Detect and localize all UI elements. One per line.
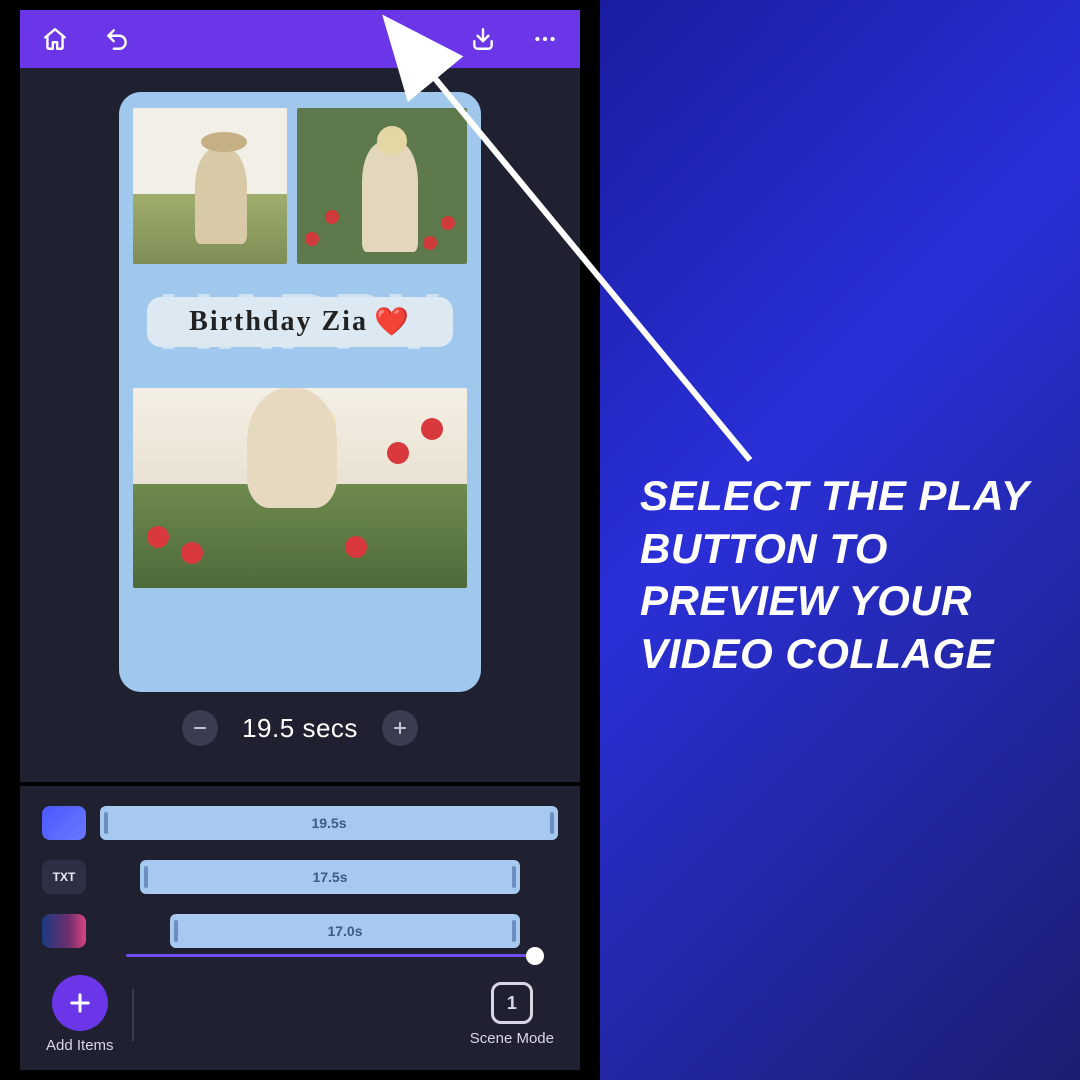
collage-canvas[interactable]: HAPPY Birthday Zia ❤️ xyxy=(119,92,481,692)
duration-readout: 19.5 secs xyxy=(242,713,358,744)
clip[interactable]: 17.0s xyxy=(170,914,520,948)
add-items-group: Add Items xyxy=(46,975,114,1054)
add-items-button[interactable] xyxy=(52,975,108,1031)
scene-mode-group: 1 Scene Mode xyxy=(470,982,554,1047)
heart-icon: ❤️ xyxy=(374,308,411,336)
track-head-gradient-icon[interactable] xyxy=(42,914,86,948)
track-head-media-icon[interactable] xyxy=(42,806,86,840)
banner[interactable]: Birthday Zia ❤️ xyxy=(147,297,453,347)
clip[interactable]: 19.5s xyxy=(100,806,558,840)
track-head-label: TXT xyxy=(53,870,76,884)
scene-mode-button[interactable]: 1 xyxy=(491,982,533,1024)
more-icon[interactable] xyxy=(528,22,562,56)
app-screen: HAPPY Birthday Zia ❤️ xyxy=(20,10,580,1070)
add-items-label: Add Items xyxy=(46,1037,114,1054)
track-row: 17.0s xyxy=(42,914,558,948)
scene-count: 1 xyxy=(507,993,517,1014)
clip-label: 19.5s xyxy=(311,815,346,831)
headline-text[interactable]: HAPPY Birthday Zia ❤️ xyxy=(133,282,467,362)
increase-duration-button[interactable] xyxy=(382,710,418,746)
photo-top-left[interactable] xyxy=(133,108,287,264)
photo-bottom[interactable] xyxy=(133,388,467,588)
left-panel: HAPPY Birthday Zia ❤️ xyxy=(0,0,600,1080)
photo-top-right[interactable] xyxy=(297,108,467,264)
track-head-text-icon[interactable]: TXT xyxy=(42,860,86,894)
duration-value: 19.5 xyxy=(242,713,295,743)
clip-label: 17.5s xyxy=(312,869,347,885)
clip[interactable]: 17.5s xyxy=(140,860,520,894)
duration-controls: 19.5 secs xyxy=(182,710,418,746)
undo-icon[interactable] xyxy=(100,22,134,56)
playhead-track[interactable] xyxy=(126,954,536,957)
home-icon[interactable] xyxy=(38,22,72,56)
bottom-bar: Add Items 1 Scene Mode xyxy=(20,975,580,1058)
banner-label: Birthday Zia xyxy=(189,308,368,336)
scene-mode-label: Scene Mode xyxy=(470,1030,554,1047)
playhead-handle[interactable] xyxy=(526,947,544,965)
track-row: 19.5s xyxy=(42,806,558,840)
timeline: 19.5s TXT 17.5s xyxy=(20,782,580,957)
instruction-text: SELECT THE PLAY BUTTON TO PREVIEW YOUR V… xyxy=(640,470,1040,680)
divider xyxy=(132,989,134,1041)
top-photo-row xyxy=(133,108,467,264)
tutorial-frame: HAPPY Birthday Zia ❤️ xyxy=(0,0,1080,1080)
track-row: TXT 17.5s xyxy=(42,860,558,894)
play-icon[interactable] xyxy=(404,22,438,56)
download-icon[interactable] xyxy=(466,22,500,56)
top-toolbar xyxy=(20,10,580,68)
canvas-area: HAPPY Birthday Zia ❤️ xyxy=(20,68,580,754)
clip-label: 17.0s xyxy=(327,923,362,939)
duration-unit: secs xyxy=(302,713,357,743)
right-panel: SELECT THE PLAY BUTTON TO PREVIEW YOUR V… xyxy=(600,0,1080,1080)
decrease-duration-button[interactable] xyxy=(182,710,218,746)
